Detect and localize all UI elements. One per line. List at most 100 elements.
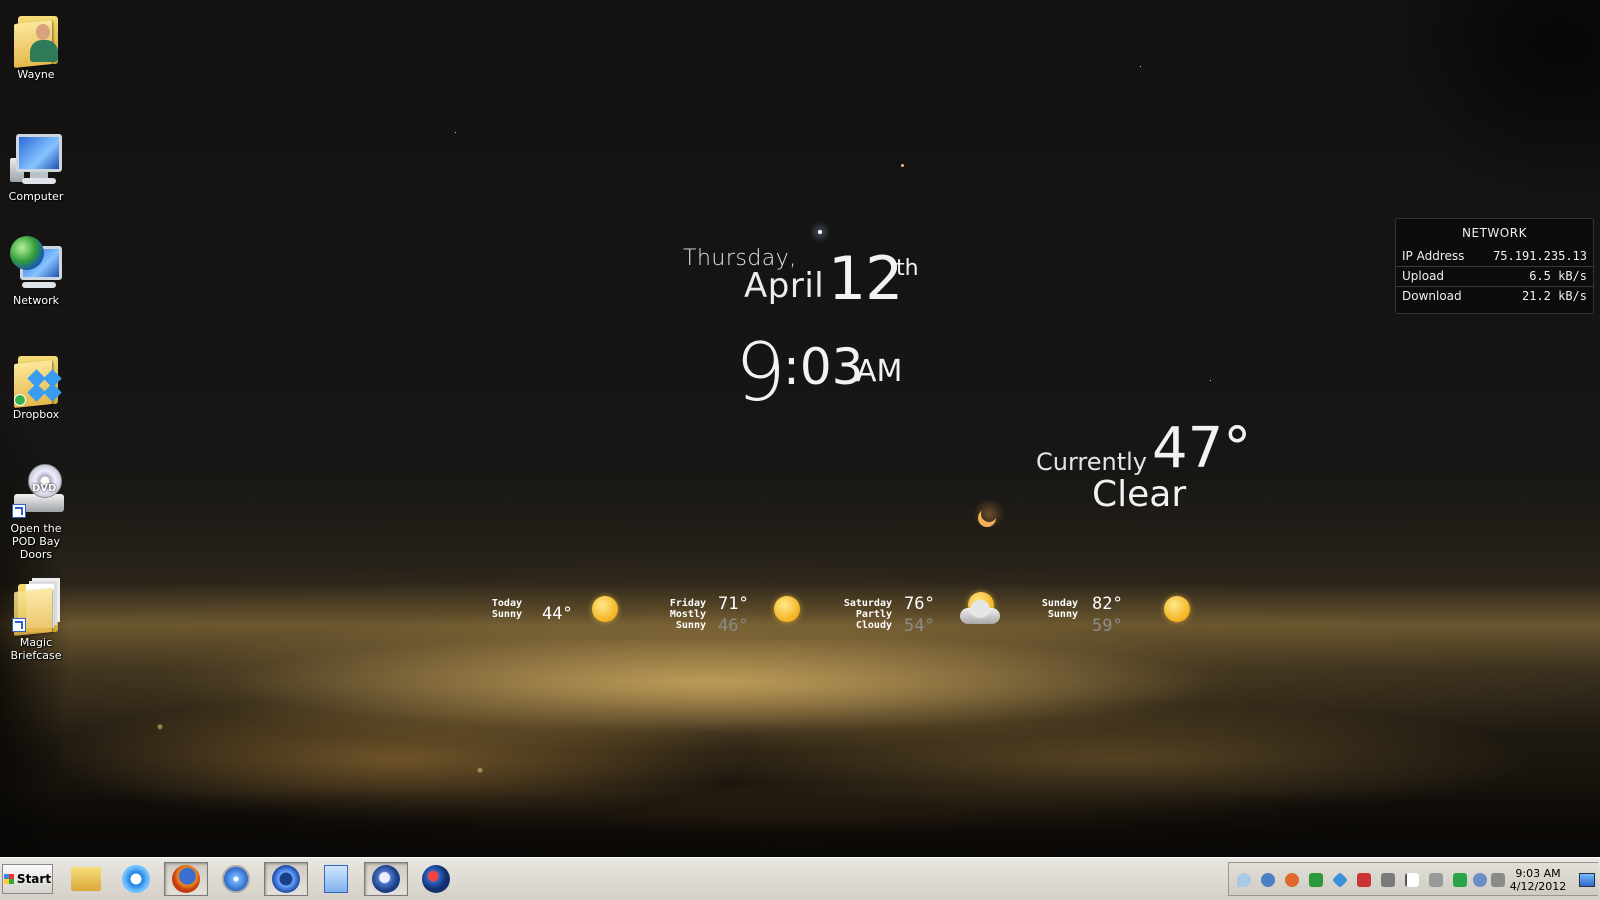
desktop-icon-dropbox[interactable]: Dropbox bbox=[0, 346, 72, 421]
quick-launch-rocket[interactable] bbox=[414, 862, 458, 896]
forecast-low: 59° bbox=[1092, 616, 1123, 636]
tray-time: 9:03 AM bbox=[1515, 867, 1561, 880]
sun-icon bbox=[1164, 596, 1190, 622]
desktop-icon-computer[interactable]: Computer bbox=[0, 128, 72, 203]
desktop-icon-label: Network bbox=[13, 294, 59, 307]
tree-silhouette-right bbox=[1380, 0, 1600, 200]
show-desktop-icon[interactable] bbox=[1579, 873, 1595, 887]
quick-launch-safari[interactable] bbox=[214, 862, 258, 896]
star bbox=[455, 132, 456, 133]
moon-icon bbox=[972, 500, 1006, 528]
desktop-icon-network[interactable]: Network bbox=[0, 232, 72, 307]
quick-launch-firefox[interactable] bbox=[164, 862, 208, 896]
clock-minutes: :03 bbox=[783, 338, 864, 396]
forecast-day: Friday bbox=[669, 598, 706, 609]
quick-launch-internet-explorer[interactable] bbox=[114, 862, 158, 896]
current-weather-label: Currently bbox=[1036, 448, 1148, 476]
flag-icon[interactable] bbox=[1405, 873, 1419, 887]
network-icon bbox=[8, 232, 64, 292]
printer-icon[interactable] bbox=[1429, 873, 1443, 887]
user-icon[interactable] bbox=[1473, 873, 1487, 887]
desktop-icon-label: Wayne bbox=[17, 68, 55, 81]
forecast-high: 76° bbox=[904, 594, 935, 614]
tray-date: 4/12/2012 bbox=[1509, 880, 1567, 893]
star bbox=[1210, 380, 1211, 381]
forecast-high: 82° bbox=[1092, 594, 1123, 614]
dvd-label: DVD bbox=[32, 483, 57, 494]
clock-hour: 9 bbox=[735, 326, 786, 419]
desktop-icon-magic-briefcase[interactable]: Magic Briefcase bbox=[0, 574, 72, 662]
itunes-icon bbox=[272, 865, 300, 893]
dropbox-icon[interactable] bbox=[1332, 872, 1348, 888]
user-folder-icon bbox=[8, 6, 64, 68]
explorer-icon bbox=[71, 867, 101, 891]
forecast-high: 44° bbox=[542, 604, 573, 624]
date-month: April bbox=[744, 266, 825, 306]
forecast-day: Sunday bbox=[1041, 598, 1078, 609]
dvd-drive-icon: DVD bbox=[8, 460, 64, 520]
quick-launch-itunes[interactable] bbox=[264, 862, 308, 896]
thunderbird-icon bbox=[372, 865, 400, 893]
desktop-icon-dvd-drive[interactable]: DVD Open the POD Bay Doors bbox=[0, 460, 72, 561]
forecast-day: Saturday bbox=[843, 598, 892, 609]
shortcut-arrow-icon bbox=[12, 504, 26, 518]
system-tray: 9:03 AM 4/12/2012 bbox=[1228, 862, 1598, 896]
network-row-value: 21.2 kB/s bbox=[1521, 289, 1587, 303]
browser-icon[interactable] bbox=[1285, 873, 1299, 887]
desktop-background: Wayne Computer Network Dropbox DVD Open … bbox=[0, 0, 1600, 857]
date-day: 12 bbox=[828, 244, 903, 314]
briefcase-folder-icon bbox=[8, 574, 64, 636]
quick-launch-thunderbird[interactable] bbox=[364, 862, 408, 896]
mostly-sunny-icon bbox=[774, 596, 800, 622]
sync-icon[interactable] bbox=[1453, 873, 1467, 887]
star bbox=[901, 164, 904, 167]
volume-icon[interactable] bbox=[1357, 873, 1371, 887]
computer-icon bbox=[8, 128, 64, 188]
forecast-condition: Partly Cloudy bbox=[855, 609, 892, 631]
start-button[interactable]: Start bbox=[2, 864, 53, 894]
forecast-high: 71° bbox=[718, 594, 749, 614]
mountain-ridge bbox=[0, 790, 1600, 857]
arrow-icon[interactable] bbox=[1309, 873, 1323, 887]
network-widget: NETWORK IP Address 75.191.235.13 Upload … bbox=[1395, 218, 1594, 314]
speaker-icon[interactable] bbox=[1491, 873, 1505, 887]
network-widget-title: NETWORK bbox=[1462, 226, 1527, 240]
network-row-label: Upload bbox=[1402, 269, 1445, 283]
desktop-icon-label: Dropbox bbox=[12, 408, 60, 421]
sun-icon bbox=[592, 596, 618, 622]
tray-clock[interactable]: 9:03 AM 4/12/2012 bbox=[1507, 867, 1569, 893]
partly-cloudy-icon bbox=[956, 592, 1006, 626]
shortcut-arrow-icon bbox=[12, 618, 26, 632]
windows-logo-icon bbox=[3, 874, 14, 884]
taskbar: Start 9:03 AM 4/12/2012 bbox=[0, 857, 1600, 900]
network-row-download: Download 21.2 kB/s bbox=[1396, 287, 1593, 306]
clock-ampm: AM bbox=[856, 354, 903, 389]
network-row-label: Download bbox=[1402, 289, 1462, 303]
dropbox-folder-icon bbox=[8, 346, 64, 408]
forecast-low: 54° bbox=[904, 616, 935, 636]
droplet-icon[interactable] bbox=[1237, 873, 1251, 887]
safari-icon bbox=[222, 865, 250, 893]
sync-check-icon bbox=[14, 394, 26, 406]
network-row-value: 75.191.235.13 bbox=[1493, 249, 1587, 263]
desktop-icon-label: Magic Briefcase bbox=[10, 636, 62, 662]
forecast-condition: Mostly Sunny bbox=[669, 609, 706, 631]
current-temperature: 47° bbox=[1152, 416, 1252, 481]
network-icon[interactable] bbox=[1381, 873, 1395, 887]
desktop-icon-wayne[interactable]: Wayne bbox=[0, 6, 72, 81]
network-row-ip: IP Address 75.191.235.13 bbox=[1396, 247, 1593, 267]
forecast-condition: Sunny bbox=[1047, 609, 1078, 620]
desktop-icon-label: Open the POD Bay Doors bbox=[10, 522, 62, 561]
globe-icon[interactable] bbox=[1261, 873, 1275, 887]
forecast-day: Today bbox=[491, 598, 522, 609]
forecast-low: 46° bbox=[718, 616, 749, 636]
firefox-icon bbox=[172, 865, 200, 893]
network-row-label: IP Address bbox=[1402, 249, 1465, 263]
quick-launch-explorer[interactable] bbox=[64, 862, 108, 896]
start-label: Start bbox=[16, 872, 52, 886]
rocket-icon bbox=[422, 865, 450, 893]
network-row-value: 6.5 kB/s bbox=[1529, 269, 1587, 283]
quick-launch-notepad[interactable] bbox=[314, 862, 358, 896]
network-row-upload: Upload 6.5 kB/s bbox=[1396, 267, 1593, 287]
internet-explorer-icon bbox=[122, 865, 150, 893]
